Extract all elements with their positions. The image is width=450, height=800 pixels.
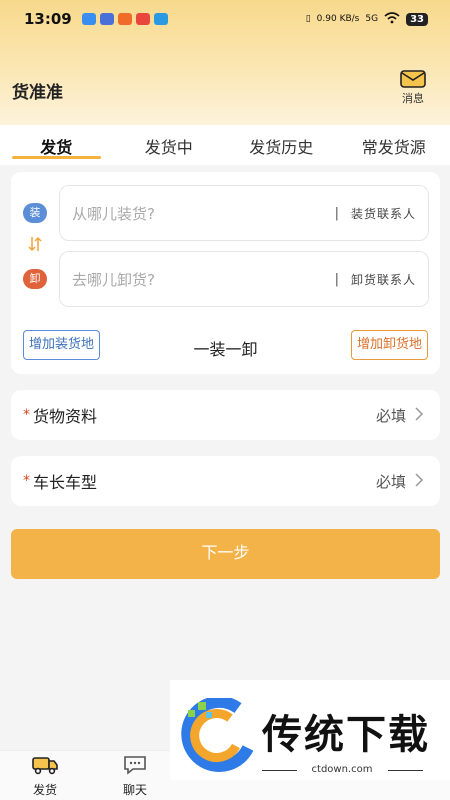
signal-label: 5G [365, 14, 379, 24]
status-time: 13:09 [24, 10, 72, 28]
route-card: 装 卸 从哪儿装货? | 装货联系人 去哪儿卸货? | 卸货联系人 增加装货地 … [11, 172, 440, 374]
tab-history[interactable]: 发货历史 [225, 125, 338, 165]
unload-badge: 卸 [23, 269, 47, 289]
goods-info-row[interactable]: * 货物资料 必填 [11, 390, 440, 440]
watermark-logo-icon [181, 698, 254, 772]
net-speed: 0.90 KB/s [316, 14, 360, 24]
unload-contact-button[interactable]: 卸货联系人 [351, 271, 416, 288]
app-header: 货准准 消息 [0, 60, 450, 110]
wifi-icon [384, 11, 400, 27]
unload-address-field[interactable]: 去哪儿卸货? | 卸货联系人 [59, 251, 429, 307]
watermark-text: 传统下载 [262, 712, 430, 758]
battery-indicator: 33 [406, 12, 428, 26]
messages-label: 消息 [402, 92, 424, 105]
goods-info-value: 必填 [375, 406, 406, 425]
tab-ship[interactable]: 发货 [0, 125, 113, 165]
load-badge: 装 [23, 203, 47, 223]
truck-type-label: 车长车型 [33, 473, 98, 492]
goods-info-label: 货物资料 [33, 407, 98, 426]
divider: | [334, 271, 339, 287]
chat-icon [124, 756, 146, 775]
load-address-placeholder: 从哪儿装货? [72, 204, 155, 223]
load-address-field[interactable]: 从哪儿装货? | 装货联系人 [59, 185, 429, 241]
chevron-right-icon [414, 406, 424, 425]
unload-address-placeholder: 去哪儿卸货? [72, 270, 155, 289]
add-unload-location-button[interactable]: 增加卸货地 [350, 330, 428, 360]
load-contact-button[interactable]: 装货联系人 [351, 205, 416, 222]
nav-label-ship: 发货 [32, 783, 57, 797]
tab-bar: 发货 发货中 发货历史 常发货源 [0, 125, 450, 165]
nav-item-chat[interactable]: 聊天 [105, 755, 165, 798]
app-notification-icon [81, 13, 96, 25]
nav-label-chat: 聊天 [122, 783, 147, 797]
app-notification-icon [153, 13, 168, 25]
watermark: 传统下载 ctdown.com [170, 680, 450, 780]
app-notification-icon [135, 13, 150, 25]
messages-button[interactable]: 消息 [396, 70, 430, 106]
status-indicators: ▯ 0.90 KB/s 5G 33 [305, 11, 428, 27]
tab-shipping[interactable]: 发货中 [113, 125, 226, 165]
divider: | [334, 205, 339, 221]
status-app-icons [81, 13, 168, 25]
chevron-right-icon [414, 472, 424, 491]
truck-type-row[interactable]: * 车长车型 必填 [11, 456, 440, 506]
app-notification-icon [99, 13, 114, 25]
divider [388, 770, 423, 771]
app-title: 货准准 [12, 83, 63, 103]
next-step-button[interactable]: 下一步 [11, 529, 440, 579]
required-mark: * [23, 473, 30, 489]
required-mark: * [23, 407, 30, 423]
envelope-icon [400, 70, 426, 88]
swap-arrows-icon[interactable] [26, 235, 44, 253]
truck-icon [32, 757, 58, 775]
nav-item-ship[interactable]: 发货 [15, 755, 75, 798]
app-notification-icon [117, 13, 132, 25]
tab-frequent-sources[interactable]: 常发货源 [338, 125, 450, 165]
truck-type-value: 必填 [375, 472, 406, 491]
vibrate-icon: ▯ [305, 14, 311, 24]
status-bar: 13:09 ▯ 0.90 KB/s 5G 33 [0, 0, 450, 38]
